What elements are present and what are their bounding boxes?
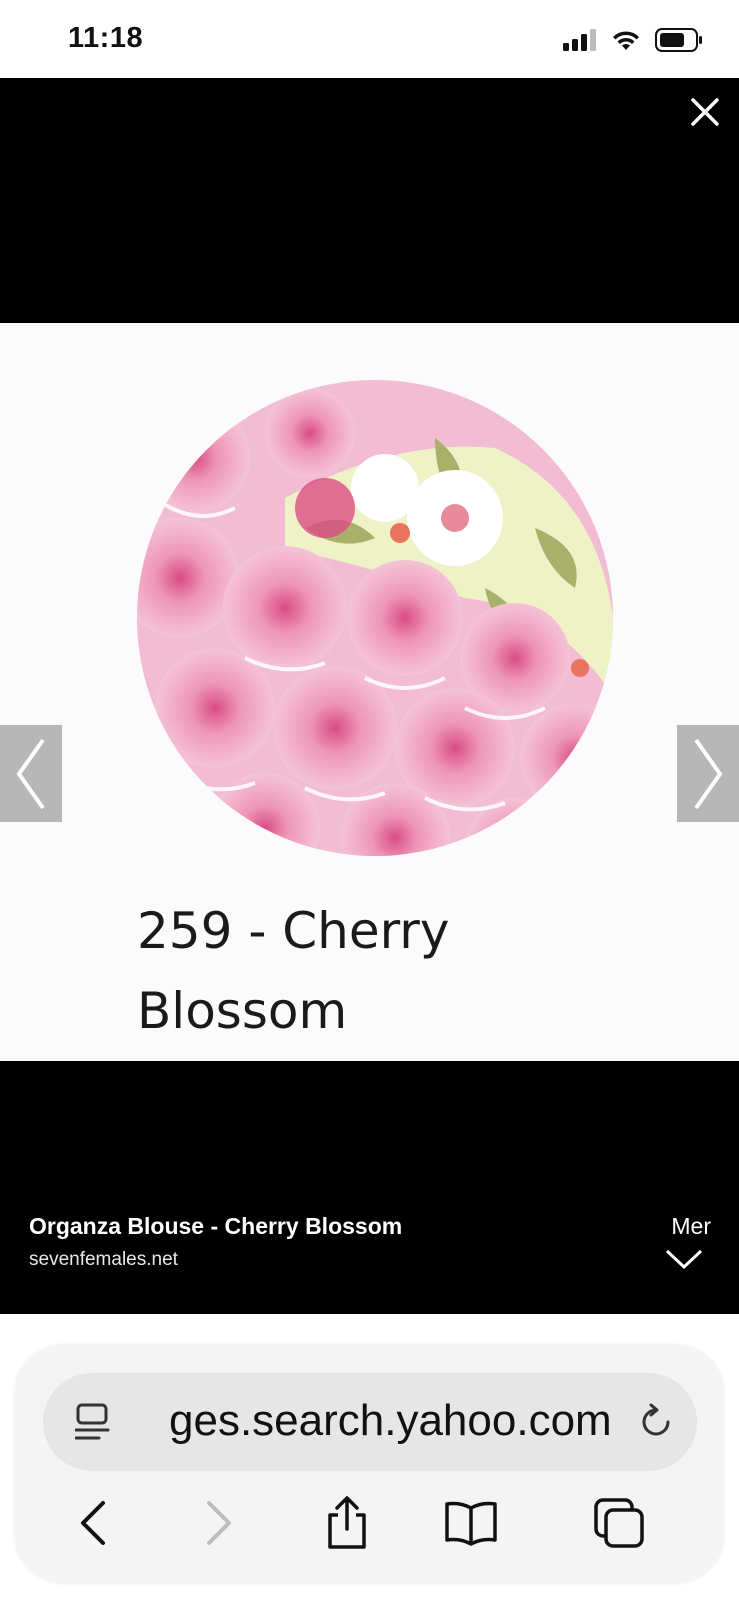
- chevron-right-icon: [694, 738, 723, 809]
- more-button-label[interactable]: Mer: [671, 1213, 711, 1240]
- tabs-icon: [594, 1498, 644, 1548]
- more-button[interactable]: [664, 1247, 704, 1276]
- chevron-down-icon: [665, 1249, 703, 1270]
- back-chevron-icon: [81, 1501, 105, 1545]
- status-bar: 11:18: [0, 0, 739, 78]
- image-viewer: 259 - Cherry Blossom Organza Blouse - Ch…: [0, 78, 739, 1314]
- close-icon: [691, 98, 719, 126]
- url-text[interactable]: ges.search.yahoo.com: [169, 1393, 649, 1449]
- browser-toolbar-panel: ges.search.yahoo.com: [15, 1345, 724, 1583]
- cellular-signal-icon: [563, 29, 596, 51]
- result-source[interactable]: sevenfemales.net: [29, 1249, 178, 1271]
- battery-icon: [655, 28, 702, 52]
- forward-button[interactable]: [189, 1493, 249, 1553]
- next-image-button[interactable]: [677, 725, 739, 822]
- previous-image-button[interactable]: [0, 725, 62, 822]
- result-title[interactable]: Organza Blouse - Cherry Blossom: [29, 1213, 402, 1240]
- book-icon: [445, 1501, 497, 1546]
- bookmarks-button[interactable]: [441, 1493, 501, 1553]
- fabric-swatch-image: [137, 380, 613, 856]
- page-menu-icon[interactable]: [75, 1403, 111, 1441]
- back-button[interactable]: [63, 1493, 123, 1553]
- status-time: 11:18: [68, 22, 144, 54]
- share-button[interactable]: [317, 1493, 377, 1553]
- address-bar[interactable]: ges.search.yahoo.com: [43, 1373, 697, 1471]
- wifi-icon: [613, 31, 639, 50]
- image-caption: 259 - Cherry Blossom: [137, 902, 450, 1040]
- chevron-left-icon: [16, 738, 45, 809]
- status-icons: [563, 28, 703, 52]
- reload-icon[interactable]: [637, 1403, 675, 1441]
- result-image[interactable]: 259 - Cherry Blossom: [0, 323, 739, 1061]
- tabs-button[interactable]: [589, 1493, 649, 1553]
- share-icon: [328, 1496, 366, 1549]
- close-button[interactable]: [685, 92, 725, 132]
- forward-chevron-icon: [207, 1501, 231, 1545]
